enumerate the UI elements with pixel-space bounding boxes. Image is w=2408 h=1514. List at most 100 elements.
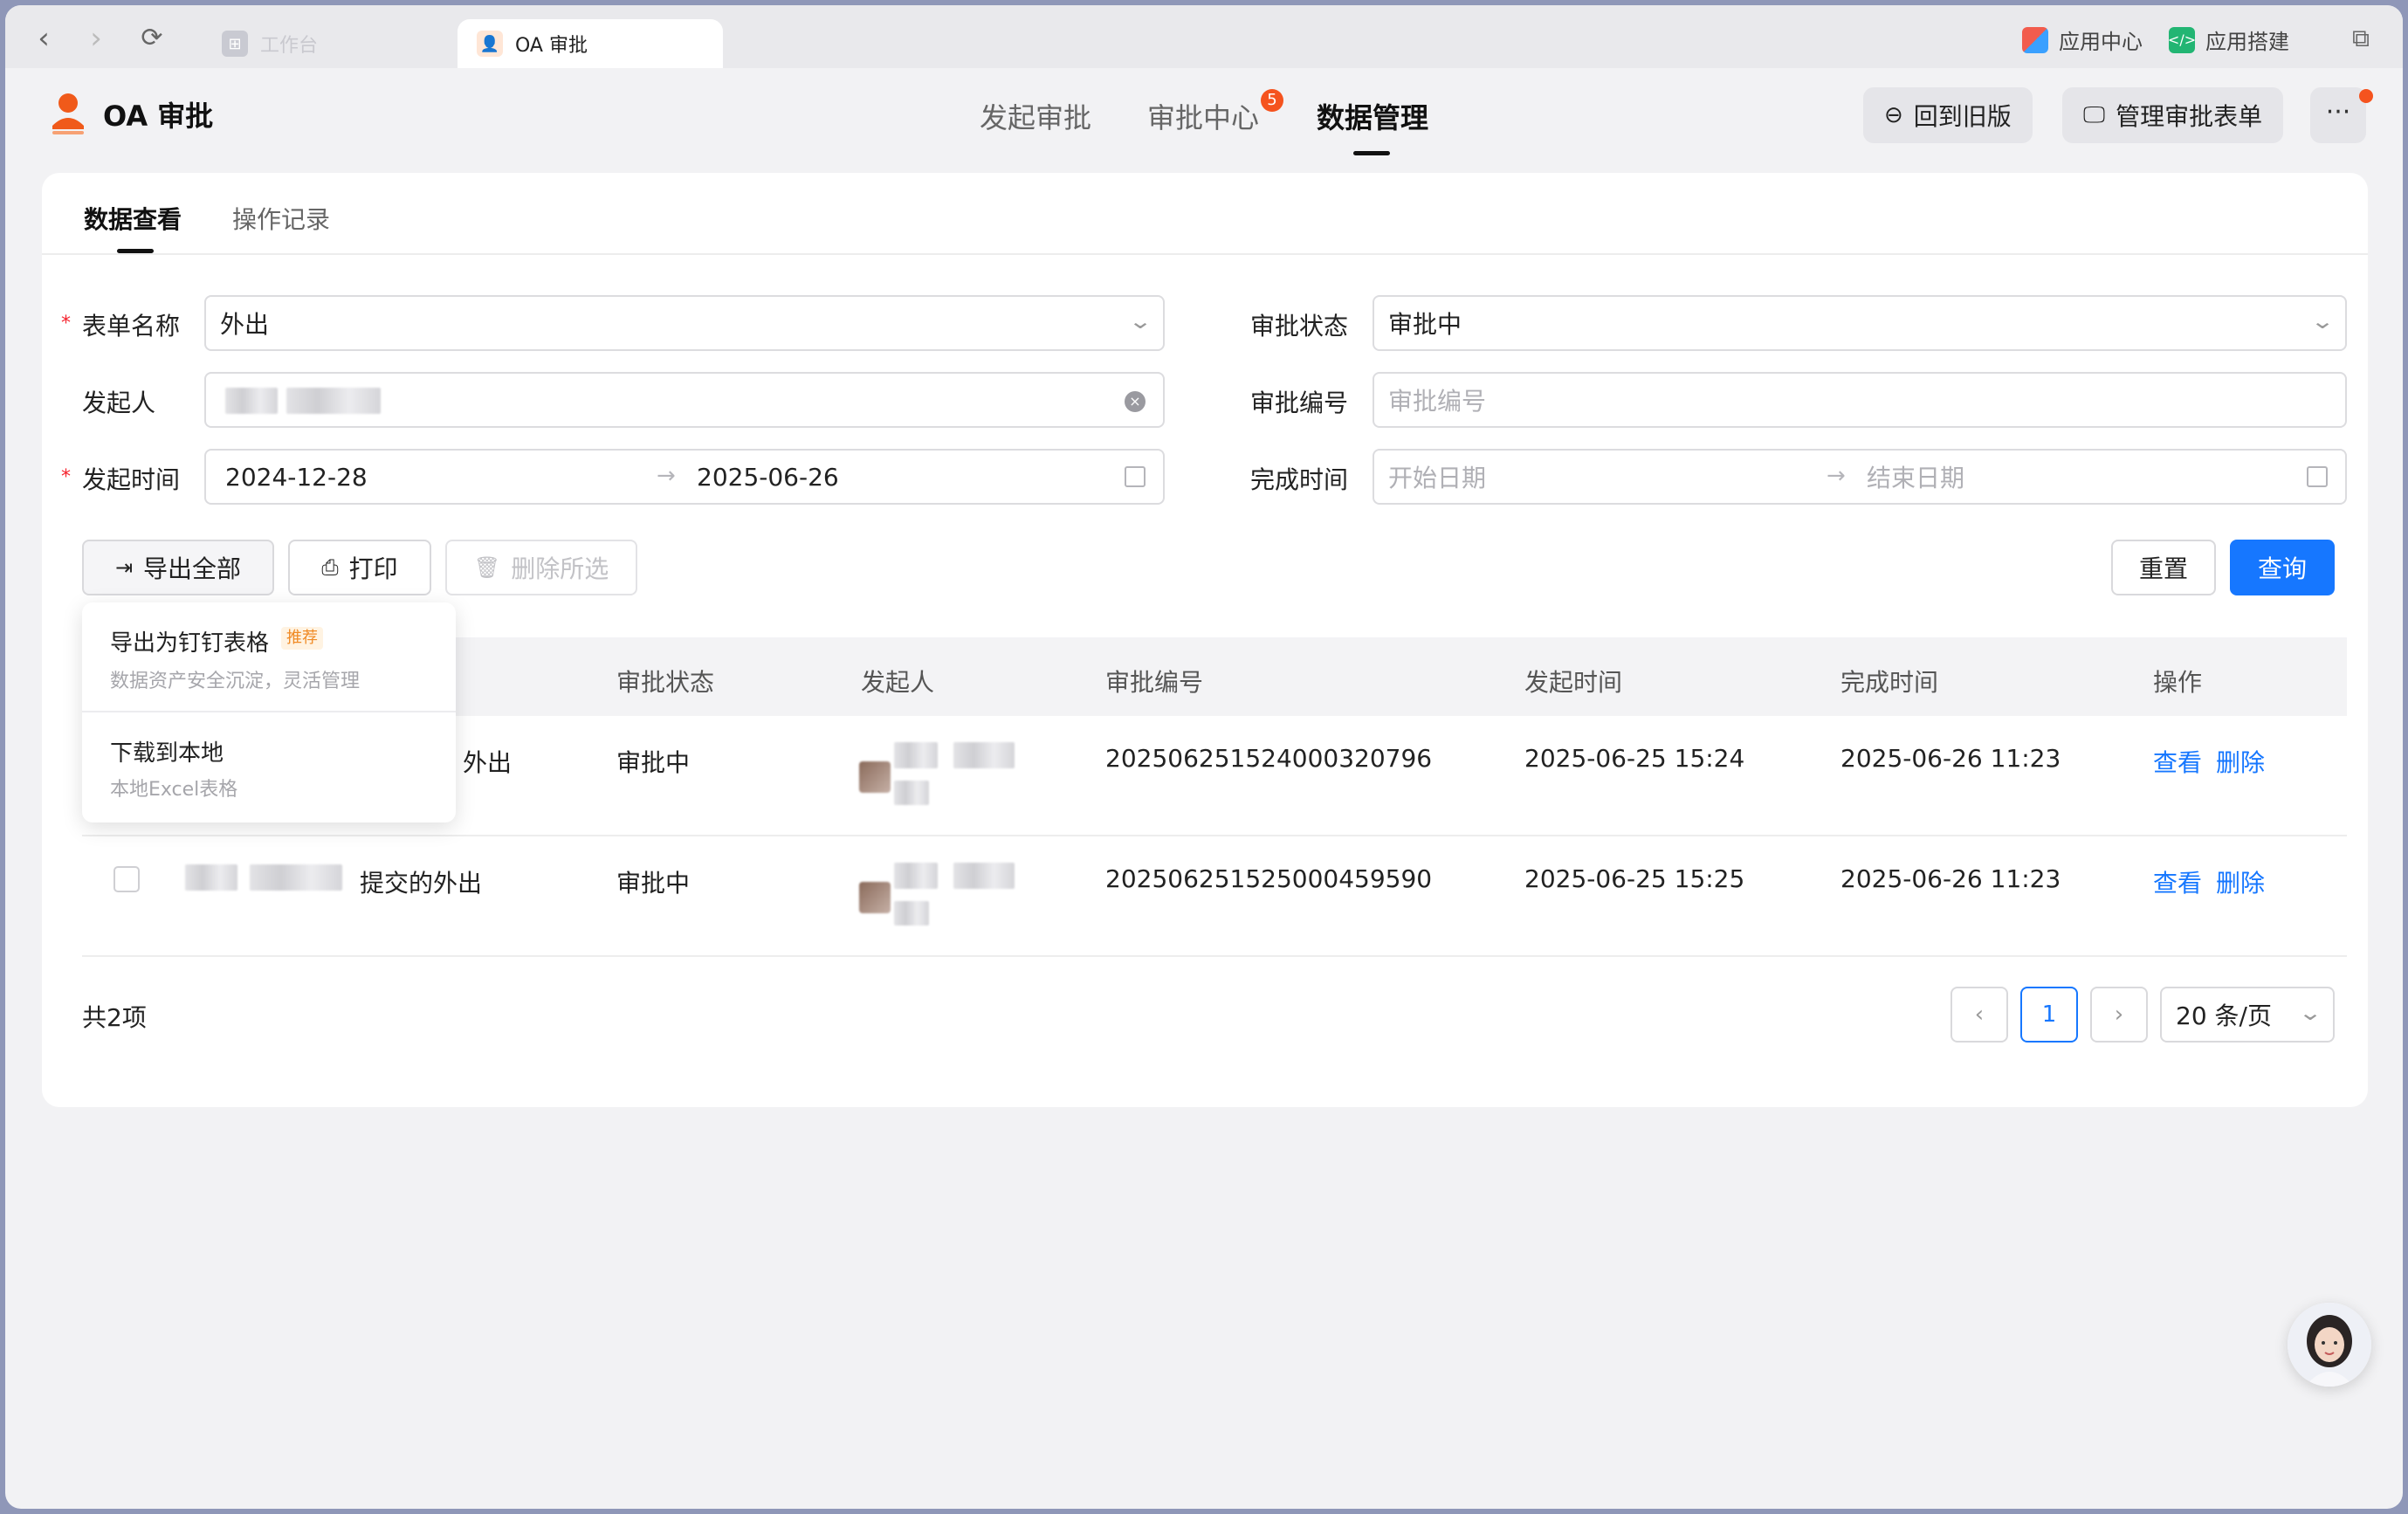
app-header: OA 审批 发起审批 审批中心 5 数据管理 ⊖ 回到旧版 🖵 管理审批表单 ·… <box>5 68 2403 164</box>
tab-workbench[interactable]: ⊞ 工作台 <box>203 19 456 68</box>
tab-label: 工作台 <box>260 35 319 57</box>
open-external-icon[interactable]: ⧉ <box>2345 23 2377 54</box>
calendar-icon <box>1125 466 1146 487</box>
next-page-button[interactable]: › <box>2090 987 2148 1043</box>
blurred-name <box>894 863 938 889</box>
form-name-value: 外出 <box>220 310 270 339</box>
sub-tabs: 数据查看 操作记录 <box>42 173 2368 255</box>
row-approval-no: 202506251525000459590 <box>1105 864 1433 893</box>
tab-data-view[interactable]: 数据查看 <box>84 201 182 253</box>
row-finish-time: 2025-06-26 11:23 <box>1840 744 2061 773</box>
table-row[interactable]: 提交的外出 审批中 202506251525000459590 2025-06-… <box>82 836 2347 957</box>
view-link[interactable]: 查看 <box>2153 744 2202 779</box>
row-checkbox[interactable] <box>114 866 140 892</box>
row-status: 审批中 <box>616 748 691 777</box>
download-local-option[interactable]: 下载到本地 本地Excel表格 <box>82 712 456 821</box>
app-center-link[interactable]: 应用中心 <box>2022 24 2143 55</box>
range-arrow-icon: → <box>657 463 676 489</box>
blurred-name <box>953 863 1015 889</box>
oa-logo-icon <box>52 93 84 134</box>
end-date-value: 2025-06-26 <box>697 462 839 492</box>
app-title: OA 审批 <box>103 100 214 133</box>
oa-approval-icon: 👤 <box>477 31 503 57</box>
row-title: 提交的外出 <box>360 869 483 898</box>
recommended-tag: 推荐 <box>281 627 323 650</box>
approval-no-label: 审批编号 <box>1250 389 1349 417</box>
export-icon: ⇥ <box>114 555 134 580</box>
blurred-name <box>894 901 929 926</box>
range-arrow-icon: → <box>1827 463 1846 489</box>
page-1-button[interactable]: 1 <box>2020 987 2078 1043</box>
clear-icon[interactable]: × <box>1125 391 1146 412</box>
delete-link[interactable]: 删除 <box>2216 744 2265 779</box>
print-label: 打印 <box>348 554 398 583</box>
app-center-label: 应用中心 <box>2059 30 2143 54</box>
row-start-time: 2025-06-25 15:25 <box>1524 864 1745 893</box>
manage-forms-button[interactable]: 🖵 管理审批表单 <box>2062 87 2284 143</box>
form-name-select[interactable]: 外出 ⌄ <box>204 295 1165 351</box>
code-box-icon: </> <box>2168 26 2196 53</box>
query-button[interactable]: 查询 <box>2230 540 2335 595</box>
delete-selected-button[interactable]: 🗑 删除所选 <box>445 540 637 595</box>
blurred-name <box>250 864 342 891</box>
reset-button[interactable]: 重置 <box>2111 540 2216 595</box>
finish-time-range[interactable]: 开始日期 → 结束日期 <box>1373 449 2347 505</box>
finish-start-placeholder: 开始日期 <box>1388 464 1487 492</box>
blurred-name <box>286 388 381 414</box>
col-status: 审批状态 <box>616 668 715 697</box>
form-name-label: 表单名称 <box>82 312 181 341</box>
row-start-time: 2025-06-25 15:24 <box>1524 744 1745 773</box>
page-size-value: 20 条/页 <box>2176 1001 2272 1030</box>
required-mark: * <box>61 466 71 488</box>
page-size-select[interactable]: 20 条/页 ⌄ <box>2160 987 2335 1043</box>
old-version-button[interactable]: ⊖ 回到旧版 <box>1863 87 2033 143</box>
workbench-icon: ⊞ <box>222 31 248 57</box>
forward-icon[interactable]: › <box>80 23 112 54</box>
print-button[interactable]: ⎙ 打印 <box>288 540 431 595</box>
printer-icon: ⎙ <box>321 555 339 580</box>
download-local-title: 下载到本地 <box>110 740 224 767</box>
approval-status-select[interactable]: 审批中 ⌄ <box>1373 295 2347 351</box>
back-icon[interactable]: ‹ <box>28 23 59 54</box>
approval-center-badge: 5 <box>1261 89 1283 112</box>
assistant-avatar[interactable] <box>2288 1303 2371 1387</box>
old-version-label: 回到旧版 <box>1913 102 2012 131</box>
prev-page-button[interactable]: ‹ <box>1950 987 2008 1043</box>
browser-window: ‹ › ⟳ ⊞ 工作台 👤 OA 审批 应用中心 </> 应用搭建 ⧉ OA 审… <box>5 5 2403 1509</box>
col-initiator: 发起人 <box>861 668 935 697</box>
export-all-label: 导出全部 <box>143 554 242 583</box>
col-actions: 操作 <box>2153 668 2203 697</box>
initiator-label: 发起人 <box>82 389 156 417</box>
chevron-down-icon: ⌄ <box>2309 309 2336 334</box>
export-dropdown: 导出为钉钉表格 推荐 数据资产安全沉淀，灵活管理 下载到本地 本地Excel表格 <box>82 602 456 822</box>
tab-operation-log[interactable]: 操作记录 <box>232 201 330 236</box>
export-all-button[interactable]: ⇥ 导出全部 <box>82 540 274 595</box>
more-button[interactable]: ··· <box>2310 87 2366 143</box>
back-circle-icon: ⊖ <box>1884 102 1903 128</box>
avatar <box>859 761 891 793</box>
delete-link[interactable]: 删除 <box>2216 864 2265 899</box>
start-time-label: 发起时间 <box>82 465 181 494</box>
export-dingtalk-subtitle: 数据资产安全沉淀，灵活管理 <box>110 671 361 692</box>
blurred-name <box>894 781 929 805</box>
start-time-range[interactable]: 2024-12-28 → 2025-06-26 <box>204 449 1165 505</box>
tab-oa-approval[interactable]: 👤 OA 审批 <box>458 19 723 68</box>
approval-no-input[interactable]: 审批编号 <box>1373 372 2347 428</box>
refresh-icon[interactable]: ⟳ <box>136 23 168 54</box>
view-link[interactable]: 查看 <box>2153 864 2202 899</box>
chevron-down-icon: ⌄ <box>1127 309 1153 334</box>
tab-label: OA 审批 <box>515 35 588 57</box>
export-dingtalk-option[interactable]: 导出为钉钉表格 推荐 数据资产安全沉淀，灵活管理 <box>82 602 456 711</box>
chevron-left-icon: ‹ <box>1974 1001 1985 1028</box>
app-builder-link[interactable]: </> 应用搭建 <box>2168 24 2289 55</box>
initiator-input[interactable]: × <box>204 372 1165 428</box>
blurred-name <box>185 864 237 891</box>
col-approval-no: 审批编号 <box>1105 668 1204 697</box>
chevron-right-icon: › <box>2114 1001 2124 1028</box>
nav-start-approval[interactable]: 发起审批 <box>980 96 1091 136</box>
nav-approval-center[interactable]: 审批中心 <box>1147 96 1259 136</box>
manage-forms-label: 管理审批表单 <box>2116 102 2263 131</box>
nav-data-management[interactable]: 数据管理 <box>1317 96 1428 155</box>
approval-status-value: 审批中 <box>1388 310 1462 339</box>
start-date-value: 2024-12-28 <box>225 462 368 492</box>
